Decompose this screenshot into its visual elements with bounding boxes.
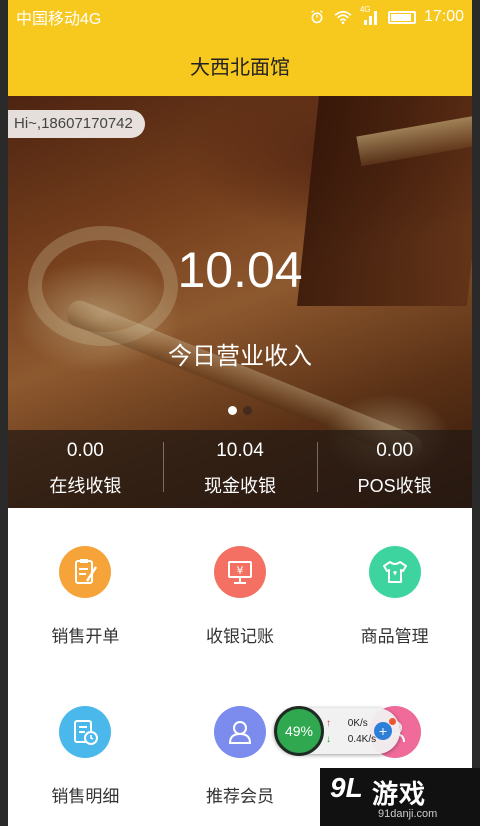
status-icons: 4G 17:00 xyxy=(308,5,464,26)
menu-label: 销售明细 xyxy=(51,787,120,806)
notification-dot xyxy=(389,718,396,725)
cash-register-icon: ¥ xyxy=(213,546,266,598)
page-title: 大西北面馆 xyxy=(190,56,290,79)
watermark-number: 9L xyxy=(330,772,363,803)
upload-speed: 0K/s xyxy=(347,718,368,729)
menu-label: 推荐会员 xyxy=(205,787,274,806)
menu-label: 销售开单 xyxy=(51,627,120,646)
screen-frame-left xyxy=(0,0,8,826)
carousel-indicator[interactable] xyxy=(8,406,472,415)
memory-percent[interactable]: 49% xyxy=(274,706,324,756)
stat-pos[interactable]: 0.00 POS收银 xyxy=(317,440,472,498)
menu-cash-record[interactable]: ¥ 收银记账 xyxy=(163,508,318,668)
tshirt-icon xyxy=(368,546,421,598)
stat-label: 在线收银 xyxy=(49,476,122,496)
clock: 17:00 xyxy=(423,8,464,25)
battery-icon xyxy=(387,10,416,24)
carousel-dot-1[interactable] xyxy=(228,406,237,415)
download-speed: 0.4K/s xyxy=(347,734,377,745)
stat-cash[interactable]: 10.04 现金收银 xyxy=(162,440,318,498)
boost-plus-icon[interactable]: + xyxy=(374,722,392,740)
payment-stats: 0.00 在线收银 10.04 现金收银 0.00 POS收银 xyxy=(8,430,472,508)
carrier-label: 中国移动4G xyxy=(16,11,102,28)
watermark-site: 91danji.com xyxy=(378,808,438,820)
menu-product-manage[interactable]: 商品管理 xyxy=(317,508,472,668)
upload-speed-row: ↑ 0K/s xyxy=(326,718,368,729)
site-watermark: 9L 游戏 91danji.com xyxy=(320,768,480,826)
download-arrow-icon: ↓ xyxy=(326,734,331,745)
alarm-icon xyxy=(311,10,323,24)
menu-label: 收银记账 xyxy=(205,627,274,646)
sales-detail-icon xyxy=(59,706,112,758)
screen-frame-right xyxy=(472,0,480,826)
upload-arrow-icon: ↑ xyxy=(326,718,331,729)
stat-label: 现金收银 xyxy=(204,476,276,496)
menu-label: 商品管理 xyxy=(360,627,429,646)
download-speed-row: ↓ 0.4K/s xyxy=(326,734,376,745)
menu-sales-detail[interactable]: 销售明细 xyxy=(8,668,163,826)
income-banner[interactable]: Hi~,18607170742 10.04 今日营业收入 0.00 在线收银 1… xyxy=(8,96,472,508)
stat-value: 0.00 xyxy=(376,440,414,461)
order-form-icon xyxy=(59,546,112,598)
member-icon xyxy=(213,706,266,758)
greeting-label: Hi~,18607170742 xyxy=(8,110,145,138)
network-speed-widget[interactable]: 49% ↑ 0K/s ↓ 0.4K/s + xyxy=(274,706,400,756)
svg-text:¥: ¥ xyxy=(236,564,243,577)
menu-sales-order[interactable]: 销售开单 xyxy=(8,508,163,668)
signal-icon: 4G xyxy=(360,5,380,25)
carousel-dot-2[interactable] xyxy=(243,406,252,415)
today-income-value: 10.04 xyxy=(177,242,303,298)
stat-value: 0.00 xyxy=(66,440,104,461)
stat-label: POS收银 xyxy=(357,476,432,496)
wifi-icon xyxy=(334,10,352,24)
title-bar: 大西北面馆 xyxy=(8,34,472,96)
stat-online[interactable]: 0.00 在线收银 xyxy=(8,440,163,498)
stat-value: 10.04 xyxy=(216,440,264,461)
status-bar: 中国移动4G 4G 17:00 xyxy=(8,0,472,34)
today-income-label: 今日营业收入 xyxy=(168,343,312,370)
watermark-brand: 游戏 xyxy=(372,779,427,809)
app-screen: 中国移动4G 4G 17:00 大西北面馆 Hi~,18607170742 10… xyxy=(8,0,472,826)
